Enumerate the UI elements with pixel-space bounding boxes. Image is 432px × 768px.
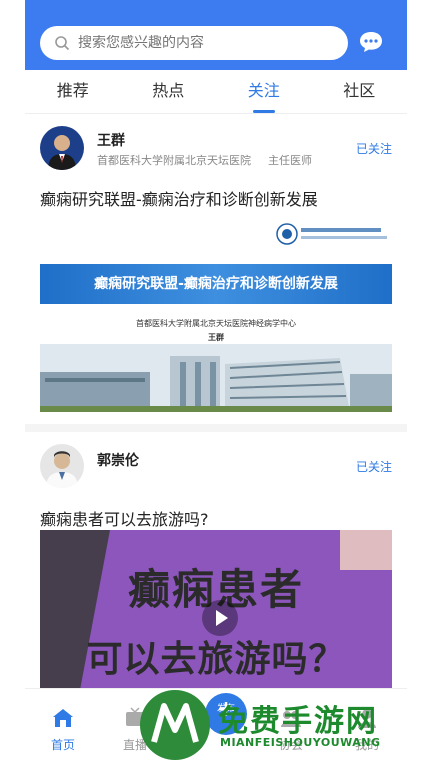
avatar[interactable] [40, 444, 84, 488]
cover-name: 王群 [208, 333, 224, 342]
post-title[interactable]: 癫痫研究联盟-癫痫治疗和诊断创新发展 [40, 186, 318, 210]
building-illustration [40, 344, 392, 412]
cover-banner: 癫痫研究联盟-癫痫治疗和诊断创新发展 [40, 264, 392, 304]
search-bar[interactable] [40, 26, 348, 60]
tab-community[interactable]: 社区 [312, 70, 408, 113]
play-button[interactable] [202, 600, 238, 636]
search-icon [55, 36, 70, 51]
tab-recommend[interactable]: 推荐 [25, 70, 121, 113]
cover-subtitle: 首都医科大学附属北京天坛医院神经病学中心 [136, 319, 296, 328]
play-icon [216, 610, 228, 626]
post-cover-image[interactable]: 癫痫研究联盟-癫痫治疗和诊断创新发展 首都医科大学附属北京天坛医院神经病学中心 … [40, 214, 392, 412]
nav-home-label: 首页 [50, 738, 75, 752]
author-role: 主任医师 [268, 154, 312, 167]
home-icon [53, 709, 73, 727]
watermark-title: 免费手游网 [218, 704, 378, 739]
video-title-line2: 可以去旅游吗？ [86, 639, 346, 680]
follow-button[interactable]: 已关注 [356, 458, 392, 475]
feed-tabs: 推荐 热点 关注 社区 [25, 70, 407, 114]
nav-home[interactable]: 首页 [33, 707, 93, 753]
video-thumbnail[interactable]: 癫痫患者 可以去旅游吗？ [40, 530, 392, 690]
tab-hot[interactable]: 热点 [121, 70, 217, 113]
message-icon[interactable] [357, 28, 385, 56]
tab-following[interactable]: 关注 [216, 70, 312, 113]
post-card[interactable]: 王群 首都医科大学附属北京天坛医院 主任医师 已关注 癫痫研究联盟-癫痫治疗和诊… [25, 116, 407, 416]
post-title[interactable]: 癫痫患者可以去旅游吗? [40, 506, 209, 530]
author-info: 首都医科大学附属北京天坛医院 主任医师 [97, 152, 312, 168]
avatar[interactable] [40, 126, 84, 170]
watermark-subtitle: MIANFEISHOUYOUWANG [220, 736, 381, 749]
watermark-logo-icon [140, 690, 210, 760]
follow-button[interactable]: 已关注 [356, 140, 392, 157]
site-watermark: 免费手游网 MIANFEISHOUYOUWANG [140, 690, 420, 768]
hospital-logo-icon [276, 223, 387, 245]
top-header [25, 0, 407, 70]
post-card[interactable]: 郭崇伦 已关注 癫痫患者可以去旅游吗? 癫痫患者 可以去旅游吗？ [25, 432, 407, 690]
divider [25, 424, 407, 432]
author-name[interactable]: 王群 [97, 130, 125, 150]
author-hospital: 首都医科大学附属北京天坛医院 [97, 154, 251, 167]
author-name[interactable]: 郭崇伦 [97, 450, 139, 470]
search-input[interactable] [78, 35, 318, 51]
